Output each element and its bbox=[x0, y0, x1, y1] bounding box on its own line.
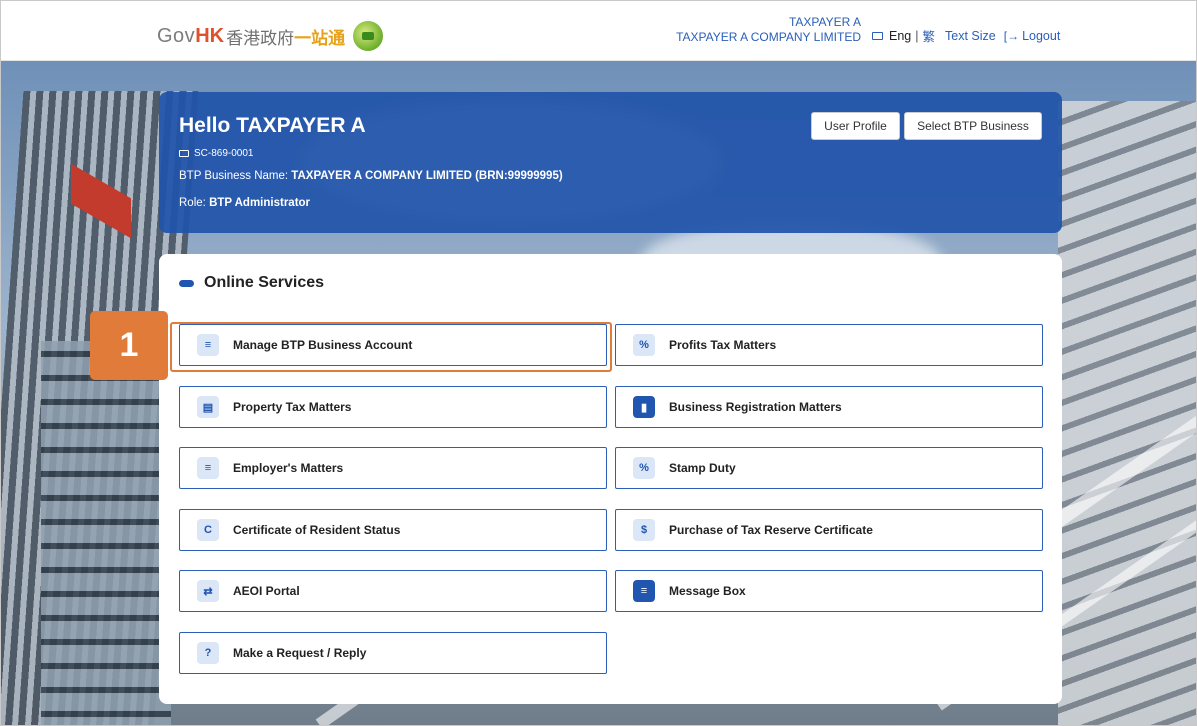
greeting-title: Hello TAXPAYER A bbox=[179, 114, 366, 137]
service-label: Business Registration Matters bbox=[669, 400, 842, 414]
logo-badge-icon bbox=[353, 21, 384, 51]
service-purchase-tax-reserve-certificate[interactable]: $ Purchase of Tax Reserve Certificate bbox=[615, 509, 1043, 551]
monitor-icon bbox=[179, 150, 189, 157]
service-label: Purchase of Tax Reserve Certificate bbox=[669, 523, 873, 537]
role-row: Role: BTP Administrator bbox=[179, 197, 310, 209]
business-name-row: BTP Business Name: TAXPAYER A COMPANY LI… bbox=[179, 170, 563, 182]
exchange-icon: ⇄ bbox=[197, 580, 219, 602]
lang-eng[interactable]: Eng bbox=[889, 29, 911, 43]
callout-step-number: 1 bbox=[90, 311, 168, 380]
service-label: AEOI Portal bbox=[233, 584, 300, 598]
service-label: Stamp Duty bbox=[669, 461, 736, 475]
account-id-row: SC-869-0001 bbox=[179, 148, 253, 159]
service-message-box[interactable]: ≡ Message Box bbox=[615, 570, 1043, 612]
account-id: SC-869-0001 bbox=[194, 148, 254, 159]
user-name: TAXPAYER A bbox=[788, 15, 861, 29]
service-label: Message Box bbox=[669, 584, 746, 598]
role-label: Role: bbox=[179, 197, 206, 209]
service-profits-tax-matters[interactable]: % Profits Tax Matters bbox=[615, 324, 1043, 366]
service-aeoi-portal[interactable]: ⇄ AEOI Portal bbox=[179, 570, 607, 612]
service-property-tax-matters[interactable]: ▤ Property Tax Matters bbox=[179, 386, 607, 428]
percent-document-icon: % bbox=[633, 334, 655, 356]
mail-icon[interactable] bbox=[872, 31, 883, 40]
logo-zh-text: 香港政府 bbox=[226, 28, 295, 48]
list-document-icon: ≡ bbox=[197, 457, 219, 479]
role-value: BTP Administrator bbox=[209, 197, 311, 209]
logout-icon: [→ bbox=[1003, 28, 1020, 43]
top-header: Gov HK 香港政府 一站通 TAXPAYER A TAXPAYER A CO… bbox=[1, 1, 1196, 61]
header-links: Eng | 繁 Text Size [→ Logout bbox=[872, 26, 1060, 45]
service-label: Property Tax Matters bbox=[233, 400, 352, 414]
certificate-icon: C bbox=[197, 519, 219, 541]
online-services-title: Online Services bbox=[204, 274, 325, 291]
lang-zh-link[interactable]: 繁 bbox=[923, 26, 936, 45]
logout-link[interactable]: [→ Logout bbox=[1004, 29, 1061, 43]
logo-hk-text: HK bbox=[195, 24, 225, 47]
online-services-heading: Online Services bbox=[179, 274, 324, 292]
callout-highlight-box bbox=[170, 322, 612, 372]
select-btp-business-button[interactable]: Select BTP Business bbox=[904, 112, 1042, 140]
browser-frame: Gov HK 香港政府 一站通 TAXPAYER A TAXPAYER A CO… bbox=[0, 0, 1197, 726]
service-label: Employer's Matters bbox=[233, 461, 344, 475]
question-icon: ? bbox=[197, 642, 219, 664]
briefcase-icon: ▮ bbox=[633, 396, 655, 418]
service-label: Profits Tax Matters bbox=[669, 338, 777, 352]
dollar-hand-icon: $ bbox=[633, 519, 655, 541]
logout-label: Logout bbox=[1022, 28, 1061, 43]
message-box-icon: ≡ bbox=[633, 580, 655, 602]
building-person-icon: ▤ bbox=[197, 396, 219, 418]
govhk-logo[interactable]: Gov HK 香港政府 一站通 bbox=[157, 21, 384, 51]
service-certificate-of-resident-status[interactable]: C Certificate of Resident Status bbox=[179, 509, 607, 551]
text-size-link[interactable]: Text Size bbox=[945, 29, 996, 43]
user-profile-button[interactable]: User Profile bbox=[811, 112, 900, 140]
percent-icon: % bbox=[633, 457, 655, 479]
company-name: TAXPAYER A COMPANY LIMITED bbox=[676, 30, 861, 44]
service-business-registration-matters[interactable]: ▮ Business Registration Matters bbox=[615, 386, 1043, 428]
service-employers-matters[interactable]: ≡ Employer's Matters bbox=[179, 447, 607, 489]
service-make-request-reply[interactable]: ? Make a Request / Reply bbox=[179, 632, 607, 674]
logo-zh2-text: 一站通 bbox=[294, 28, 346, 48]
service-stamp-duty[interactable]: % Stamp Duty bbox=[615, 447, 1043, 489]
heading-pill-icon bbox=[179, 279, 194, 287]
business-name-label: BTP Business Name: bbox=[179, 170, 289, 182]
service-label: Certificate of Resident Status bbox=[233, 523, 401, 537]
welcome-banner: Hello TAXPAYER A SC-869-0001 BTP Busines… bbox=[159, 92, 1062, 233]
logo-gov-text: Gov bbox=[157, 24, 196, 47]
business-name-value: TAXPAYER A COMPANY LIMITED (BRN:99999995… bbox=[291, 170, 563, 182]
lang-separator: | bbox=[915, 28, 919, 43]
service-label: Make a Request / Reply bbox=[233, 646, 367, 660]
user-info: TAXPAYER A TAXPAYER A COMPANY LIMITED bbox=[676, 15, 861, 45]
